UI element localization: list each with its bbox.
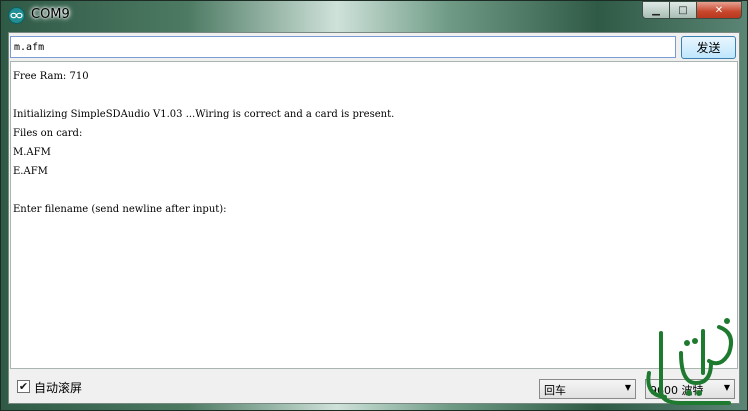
maximize-icon: □	[678, 4, 688, 16]
maximize-button[interactable]: □	[669, 1, 696, 19]
output-line: E.AFM	[13, 166, 48, 177]
autoscroll-checkbox[interactable]: ✔	[17, 380, 30, 393]
calligraphy-watermark	[646, 318, 733, 405]
chevron-down-icon: ▼	[624, 383, 631, 392]
line-ending-select[interactable]: 回车 ▼	[539, 379, 636, 399]
serial-monitor-window: COM9 ▁ □ ✕ 发送 Free Ram: 710 Initializing…	[0, 0, 748, 411]
output-line: M.AFM	[13, 147, 51, 158]
checkmark-icon: ✔	[18, 380, 29, 393]
title-bar[interactable]: COM9 ▁ □ ✕	[1, 1, 747, 30]
output-line: Initializing SimpleSDAudio V1.03 ...Wiri…	[13, 109, 395, 120]
output-line: Enter filename (send newline after input…	[13, 204, 227, 215]
line-ending-value: 回车	[544, 384, 566, 397]
status-bar: ✔ 自动滚屏 回车 ▼ 9600 波特 ▼	[9, 371, 739, 403]
send-input[interactable]	[10, 36, 676, 58]
monitor-client-area: 发送 Free Ram: 710 Initializing SimpleSDAu…	[8, 32, 740, 404]
window-title: COM9	[31, 7, 70, 22]
minimize-icon: ▁	[652, 4, 660, 16]
close-icon: ✕	[714, 4, 724, 16]
close-button[interactable]: ✕	[696, 1, 742, 19]
serial-output[interactable]: Free Ram: 710 Initializing SimpleSDAudio…	[10, 61, 738, 369]
output-line: Files on card:	[13, 128, 83, 139]
arduino-icon	[8, 7, 25, 24]
autoscroll-label: 自动滚屏	[34, 381, 83, 395]
send-button[interactable]: 发送	[681, 36, 736, 59]
output-line: Free Ram: 710	[13, 71, 89, 82]
minimize-button[interactable]: ▁	[642, 1, 669, 19]
